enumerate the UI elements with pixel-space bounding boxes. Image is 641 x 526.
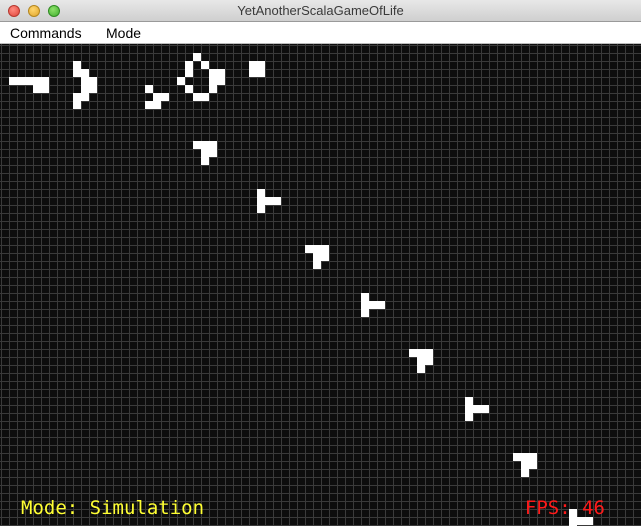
live-cell: [257, 205, 265, 213]
live-cell: [521, 461, 529, 469]
live-cell: [41, 85, 49, 93]
live-cell: [417, 365, 425, 373]
live-cell: [265, 197, 273, 205]
live-cell: [217, 69, 225, 77]
live-cell: [89, 77, 97, 85]
live-cell: [209, 77, 217, 85]
live-cell: [513, 453, 521, 461]
live-cell: [369, 301, 377, 309]
live-cell: [153, 93, 161, 101]
live-cell: [409, 349, 417, 357]
live-cell: [145, 85, 153, 93]
live-cell: [201, 157, 209, 165]
live-cell: [209, 69, 217, 77]
live-cell: [465, 397, 473, 405]
live-cell: [257, 197, 265, 205]
live-cell: [321, 253, 329, 261]
live-cell: [73, 93, 81, 101]
window-title: YetAnotherScalaGameOfLife: [237, 3, 404, 18]
live-cell: [201, 61, 209, 69]
live-cell: [361, 309, 369, 317]
live-cell: [73, 101, 81, 109]
live-cell: [89, 85, 97, 93]
live-cell: [185, 61, 193, 69]
live-cell: [377, 301, 385, 309]
game-of-life-board[interactable]: Mode: Simulation FPS: 46: [0, 44, 641, 526]
live-cell: [145, 101, 153, 109]
menu-mode[interactable]: Mode: [106, 25, 141, 41]
live-cell: [481, 405, 489, 413]
live-cell: [201, 141, 209, 149]
live-cell: [201, 149, 209, 157]
mode-status-label: Mode: Simulation: [21, 497, 205, 519]
live-cell: [17, 77, 25, 85]
live-cell: [257, 61, 265, 69]
live-cell: [529, 453, 537, 461]
live-cell: [201, 93, 209, 101]
live-cell: [41, 77, 49, 85]
live-cell: [249, 61, 257, 69]
live-cell: [257, 69, 265, 77]
live-cell: [273, 197, 281, 205]
live-cell: [209, 85, 217, 93]
live-cell: [465, 413, 473, 421]
menu-bar: Commands Mode: [0, 22, 641, 44]
live-cell: [313, 253, 321, 261]
live-cell: [81, 85, 89, 93]
live-cell: [361, 301, 369, 309]
live-cell: [473, 405, 481, 413]
live-cell: [321, 245, 329, 253]
title-bar: YetAnotherScalaGameOfLife: [0, 0, 641, 22]
live-cell: [25, 77, 33, 85]
live-cell: [465, 405, 473, 413]
live-cell: [425, 357, 433, 365]
live-cell: [249, 69, 257, 77]
live-cell: [209, 149, 217, 157]
live-cell: [177, 77, 185, 85]
live-cell: [185, 85, 193, 93]
live-cell: [313, 261, 321, 269]
live-cell: [73, 69, 81, 77]
live-cell: [193, 141, 201, 149]
live-cell: [529, 461, 537, 469]
live-cell: [153, 101, 161, 109]
live-cell: [305, 245, 313, 253]
live-cell: [81, 77, 89, 85]
live-cell: [217, 77, 225, 85]
fps-counter: FPS: 46: [524, 497, 605, 519]
live-cell: [33, 85, 41, 93]
live-cell: [33, 77, 41, 85]
live-cell: [521, 469, 529, 477]
live-cell: [193, 93, 201, 101]
live-cell: [209, 141, 217, 149]
live-cell: [257, 189, 265, 197]
live-cell: [9, 77, 17, 85]
live-cell: [521, 453, 529, 461]
live-cell: [313, 245, 321, 253]
live-cell: [81, 69, 89, 77]
live-cell: [361, 293, 369, 301]
live-cell: [193, 53, 201, 61]
live-cell: [425, 349, 433, 357]
live-cell: [185, 69, 193, 77]
live-cell: [81, 93, 89, 101]
live-cell: [161, 93, 169, 101]
live-cell: [417, 349, 425, 357]
live-cell: [73, 61, 81, 69]
menu-commands[interactable]: Commands: [10, 25, 82, 41]
live-cell: [417, 357, 425, 365]
